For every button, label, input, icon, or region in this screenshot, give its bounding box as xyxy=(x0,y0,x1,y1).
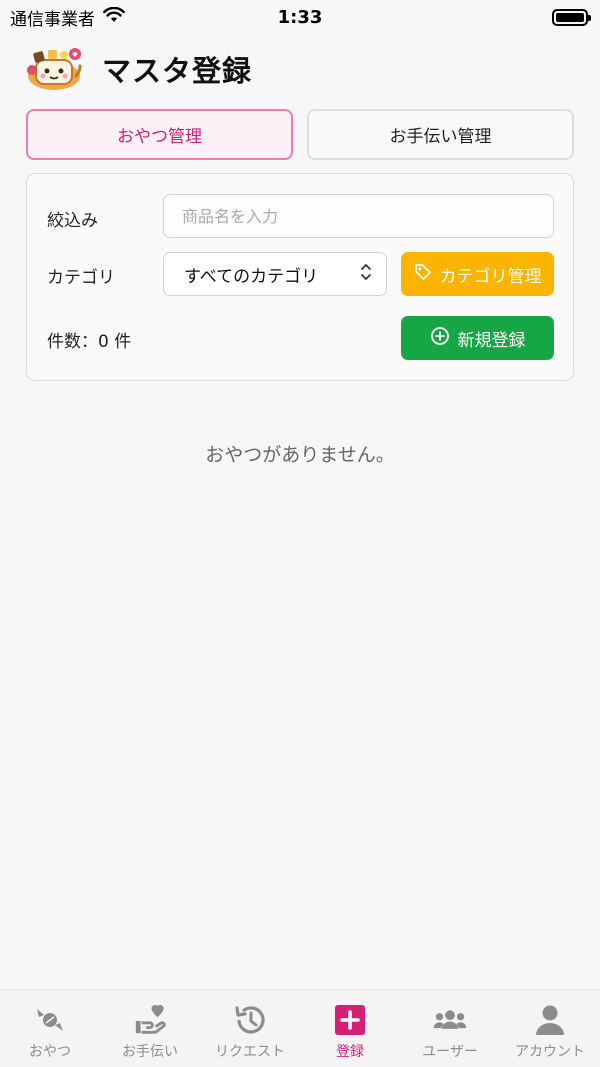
nav-item-register[interactable]: 登録 xyxy=(300,990,400,1067)
carrier-label: 通信事業者 xyxy=(10,9,95,30)
nav-label-account: アカウント xyxy=(515,1044,585,1060)
category-select[interactable]: すべてのカテゴリ xyxy=(163,252,387,296)
chevron-up-down-icon xyxy=(360,262,372,287)
plus-circle-icon xyxy=(430,326,450,351)
tag-icon xyxy=(414,263,432,286)
plus-square-icon xyxy=(333,1003,367,1037)
nav-item-chore[interactable]: お手伝い xyxy=(100,990,200,1067)
bottom-navigation: おやつ お手伝い リクエスト 登録 ユーザー アカウント xyxy=(0,989,600,1067)
category-select-value: すべてのカテゴリ xyxy=(184,266,319,287)
snack-mascot-logo-icon xyxy=(24,46,84,92)
history-icon xyxy=(233,1003,267,1037)
filter-card: 絞込み カテゴリ すべてのカテゴリ カテゴリ管理 件数：0 件 新規登録 xyxy=(26,173,574,381)
item-count: 件数：0 件 xyxy=(47,332,132,352)
candy-icon xyxy=(33,1003,67,1037)
nav-label-snack: おやつ xyxy=(29,1044,71,1060)
nav-item-account[interactable]: アカウント xyxy=(500,990,600,1067)
empty-list-message: おやつがありません。 xyxy=(205,444,395,466)
page-title: マスタ登録 xyxy=(102,54,253,88)
nav-label-register: 登録 xyxy=(336,1044,364,1060)
tab-snack-management[interactable]: おやつ管理 xyxy=(26,109,293,160)
person-icon xyxy=(533,1003,567,1037)
search-label: 絞込み xyxy=(47,211,98,231)
page-header: マスタ登録 xyxy=(24,44,252,94)
nav-label-chore: お手伝い xyxy=(122,1044,178,1060)
battery-icon xyxy=(552,8,591,26)
status-bar: 通信事業者 1:33 xyxy=(0,0,600,34)
nav-item-snack[interactable]: おやつ xyxy=(0,990,100,1067)
nav-label-users: ユーザー xyxy=(422,1044,478,1060)
users-icon xyxy=(433,1003,467,1037)
nav-item-request[interactable]: リクエスト xyxy=(200,990,300,1067)
nav-item-users[interactable]: ユーザー xyxy=(400,990,500,1067)
category-label: カテゴリ xyxy=(47,268,115,288)
category-manage-label: カテゴリ管理 xyxy=(439,266,542,287)
product-name-search-input[interactable] xyxy=(163,194,554,238)
hand-heart-icon xyxy=(133,1003,167,1037)
new-register-button[interactable]: 新規登録 xyxy=(401,316,554,360)
tab-chore-management[interactable]: お手伝い管理 xyxy=(307,109,574,160)
new-register-label: 新規登録 xyxy=(457,330,526,351)
wifi-icon xyxy=(103,6,125,28)
nav-label-request: リクエスト xyxy=(215,1044,285,1060)
category-manage-button[interactable]: カテゴリ管理 xyxy=(401,252,554,296)
master-tabs: おやつ管理 お手伝い管理 xyxy=(26,109,574,160)
